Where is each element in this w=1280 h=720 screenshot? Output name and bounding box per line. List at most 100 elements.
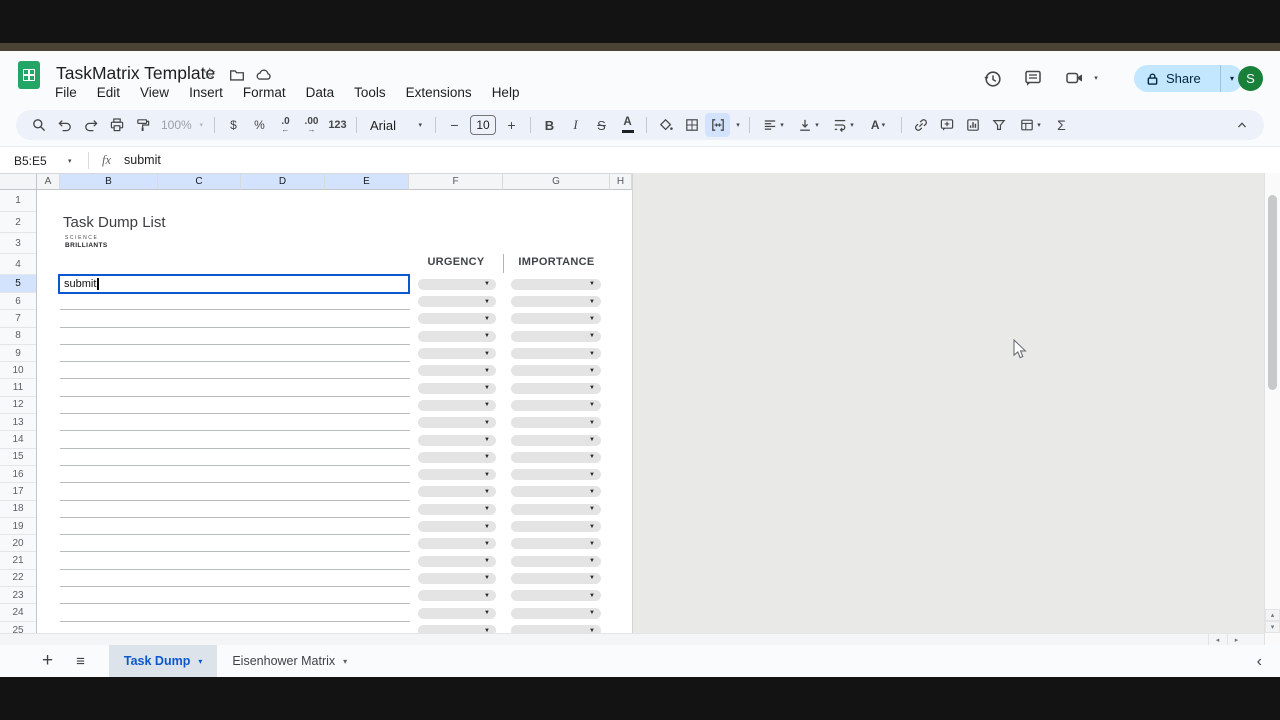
menu-insert[interactable]: Insert [180,83,232,102]
move-to-folder-icon[interactable] [228,66,246,84]
row-header-19[interactable]: 19 [0,518,36,535]
row-header-14[interactable]: 14 [0,431,36,448]
row-header-15[interactable]: 15 [0,449,36,466]
table-views-button[interactable]: ▾ [1012,113,1048,137]
increase-font-size-button[interactable]: + [499,113,524,137]
urgency-dropdown[interactable]: ▼ [418,486,496,497]
scroll-up-button[interactable]: ▴ [1265,609,1280,621]
format-percent-button[interactable]: % [247,113,272,137]
vertical-align-button[interactable]: ▾ [791,113,825,137]
vertical-scrollbar[interactable]: ▴ ▾ [1264,173,1280,645]
bold-button[interactable]: B [537,113,562,137]
urgency-dropdown[interactable]: ▼ [418,417,496,428]
urgency-dropdown[interactable]: ▼ [418,313,496,324]
hide-menus-button[interactable] [1229,113,1254,137]
row-header-23[interactable]: 23 [0,587,36,604]
importance-dropdown[interactable]: ▼ [511,590,601,601]
urgency-dropdown[interactable]: ▼ [418,590,496,601]
scroll-down-button[interactable]: ▾ [1265,621,1280,633]
importance-dropdown[interactable]: ▼ [511,331,601,342]
row-header-16[interactable]: 16 [0,466,36,483]
all-sheets-button[interactable]: ≡ [76,653,85,670]
account-avatar[interactable]: S [1238,66,1263,91]
meet-dropdown-caret[interactable]: ▾ [1088,66,1102,90]
text-rotation-button[interactable]: A ▾ [861,113,895,137]
select-all-corner[interactable] [0,173,37,190]
row-header-25[interactable]: 25 [0,622,36,633]
urgency-dropdown[interactable]: ▼ [418,625,496,633]
urgency-dropdown[interactable]: ▼ [418,296,496,307]
column-header-a[interactable]: A [37,173,60,190]
importance-dropdown[interactable]: ▼ [511,556,601,567]
importance-dropdown[interactable]: ▼ [511,435,601,446]
comments-icon[interactable] [1021,66,1045,90]
format-currency-button[interactable]: $ [221,113,246,137]
create-filter-button[interactable] [986,113,1011,137]
row-header-10[interactable]: 10 [0,362,36,379]
column-header-f[interactable]: F [409,173,503,190]
row-header-3[interactable]: 3 [0,233,36,254]
column-header-g[interactable]: G [503,173,610,190]
row-header-5[interactable]: 5 [0,275,36,293]
row-header-1[interactable]: 1 [0,190,36,212]
undo-button[interactable] [52,113,77,137]
row-header-11[interactable]: 11 [0,379,36,396]
importance-dropdown[interactable]: ▼ [511,573,601,584]
column-header-h[interactable]: H [610,173,632,190]
menu-view[interactable]: View [131,83,178,102]
vertical-scrollbar-thumb[interactable] [1268,195,1277,390]
importance-dropdown[interactable]: ▼ [511,348,601,359]
font-family-select[interactable]: Arial▾ [363,113,429,137]
grid-canvas[interactable]: Task Dump List SCIENCE BRILLIANTS URGENC… [37,190,632,633]
merge-cells-button[interactable] [705,113,730,137]
urgency-dropdown[interactable]: ▼ [418,331,496,342]
row-header-4[interactable]: 4 [0,254,36,275]
star-icon[interactable]: ☆ [203,64,216,82]
row-header-6[interactable]: 6 [0,293,36,310]
urgency-dropdown[interactable]: ▼ [418,452,496,463]
row-header-24[interactable]: 24 [0,604,36,621]
urgency-dropdown[interactable]: ▼ [418,279,496,290]
decrease-font-size-button[interactable]: − [442,113,467,137]
sheet-tab-task-dump[interactable]: Task Dump▾ [109,645,217,677]
insert-link-button[interactable] [908,113,933,137]
urgency-dropdown[interactable]: ▼ [418,435,496,446]
increase-decimal-button[interactable]: .00→ [299,113,324,137]
more-formats-button[interactable]: 123 [325,113,350,137]
urgency-dropdown[interactable]: ▼ [418,383,496,394]
importance-dropdown[interactable]: ▼ [511,521,601,532]
importance-dropdown[interactable]: ▼ [511,365,601,376]
redo-button[interactable] [78,113,103,137]
strikethrough-button[interactable]: S [589,113,614,137]
importance-dropdown[interactable]: ▼ [511,452,601,463]
name-box[interactable]: B5:E5 [0,147,62,174]
importance-dropdown[interactable]: ▼ [511,417,601,428]
formula-input[interactable]: submit [124,153,161,167]
column-header-d[interactable]: D [241,173,325,190]
importance-dropdown[interactable]: ▼ [511,538,601,549]
importance-dropdown[interactable]: ▼ [511,279,601,290]
menu-extensions[interactable]: Extensions [397,83,481,102]
importance-dropdown[interactable]: ▼ [511,296,601,307]
row-header-17[interactable]: 17 [0,483,36,500]
row-header-18[interactable]: 18 [0,501,36,518]
menu-format[interactable]: Format [234,83,295,102]
importance-dropdown[interactable]: ▼ [511,469,601,480]
meet-video-icon[interactable] [1062,66,1086,90]
urgency-dropdown[interactable]: ▼ [418,608,496,619]
urgency-dropdown[interactable]: ▼ [418,521,496,532]
zoom-select[interactable]: 100%▾ [156,113,208,137]
borders-button[interactable] [679,113,704,137]
insert-chart-button[interactable] [960,113,985,137]
urgency-dropdown[interactable]: ▼ [418,573,496,584]
row-header-13[interactable]: 13 [0,414,36,431]
decrease-decimal-button[interactable]: .0← [273,113,298,137]
row-header-12[interactable]: 12 [0,397,36,414]
column-header-e[interactable]: E [325,173,409,190]
version-history-icon[interactable] [980,66,1004,90]
merge-dropdown-caret[interactable]: ▾ [731,113,743,137]
column-header-b[interactable]: B [60,173,158,190]
horizontal-scrollbar[interactable]: ◂ ▸ [0,633,1264,645]
menu-tools[interactable]: Tools [345,83,395,102]
importance-dropdown[interactable]: ▼ [511,625,601,633]
